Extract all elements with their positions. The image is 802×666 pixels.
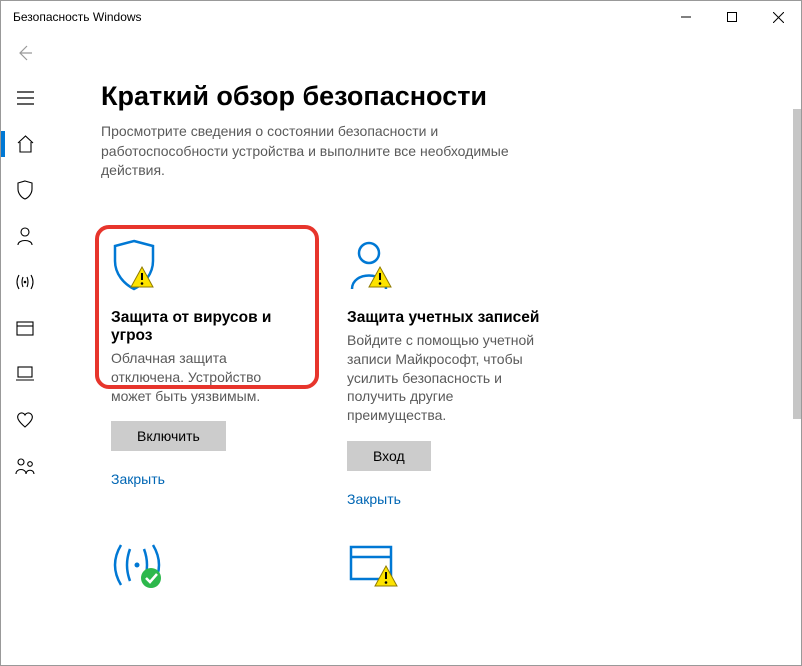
card-account-body: Войдите с помощью учетной записи Майкрос… — [337, 331, 545, 425]
app-control-icon — [347, 543, 403, 589]
sidebar-item-health[interactable] — [1, 399, 49, 441]
titlebar: Безопасность Windows — [1, 1, 801, 33]
sidebar-item-home[interactable] — [1, 123, 49, 165]
account-icon — [337, 237, 545, 295]
card-firewall-partial[interactable] — [111, 543, 319, 589]
maximize-button[interactable] — [709, 1, 755, 33]
scrollbar[interactable] — [793, 109, 801, 419]
enable-button[interactable]: Включить — [111, 421, 226, 451]
sidebar-item-device[interactable] — [1, 353, 49, 395]
sidebar-item-app[interactable] — [1, 307, 49, 349]
dismiss-link-account[interactable]: Закрыть — [347, 491, 545, 507]
sidebar-item-firewall[interactable] — [1, 261, 49, 303]
card-virus[interactable]: Защита от вирусов и угроз Облачная защит… — [101, 237, 309, 507]
card-account-title: Защита учетных записей — [337, 309, 545, 327]
card-account[interactable]: Защита учетных записей Войдите с помощью… — [337, 237, 545, 507]
back-button[interactable] — [1, 33, 49, 73]
card-virus-body: Облачная защита отключена. Устройство мо… — [101, 349, 309, 406]
window-title: Безопасность Windows — [13, 10, 142, 24]
card-app-partial[interactable] — [347, 543, 555, 589]
sidebar-item-account[interactable] — [1, 215, 49, 257]
shield-icon — [101, 237, 309, 295]
minimize-button[interactable] — [663, 1, 709, 33]
content-area: Краткий обзор безопасности Просмотрите с… — [49, 73, 801, 665]
page-title: Краткий обзор безопасности — [101, 81, 761, 112]
card-virus-title: Защита от вирусов и угроз — [101, 309, 309, 345]
sidebar-item-family[interactable] — [1, 445, 49, 487]
firewall-icon — [111, 543, 167, 589]
dismiss-link-virus[interactable]: Закрыть — [111, 471, 309, 487]
page-description: Просмотрите сведения о состоянии безопас… — [101, 122, 541, 181]
sidebar — [1, 73, 49, 665]
sidebar-item-virus[interactable] — [1, 169, 49, 211]
close-button[interactable] — [755, 1, 801, 33]
signin-button[interactable]: Вход — [347, 441, 431, 471]
menu-toggle[interactable] — [1, 77, 49, 119]
